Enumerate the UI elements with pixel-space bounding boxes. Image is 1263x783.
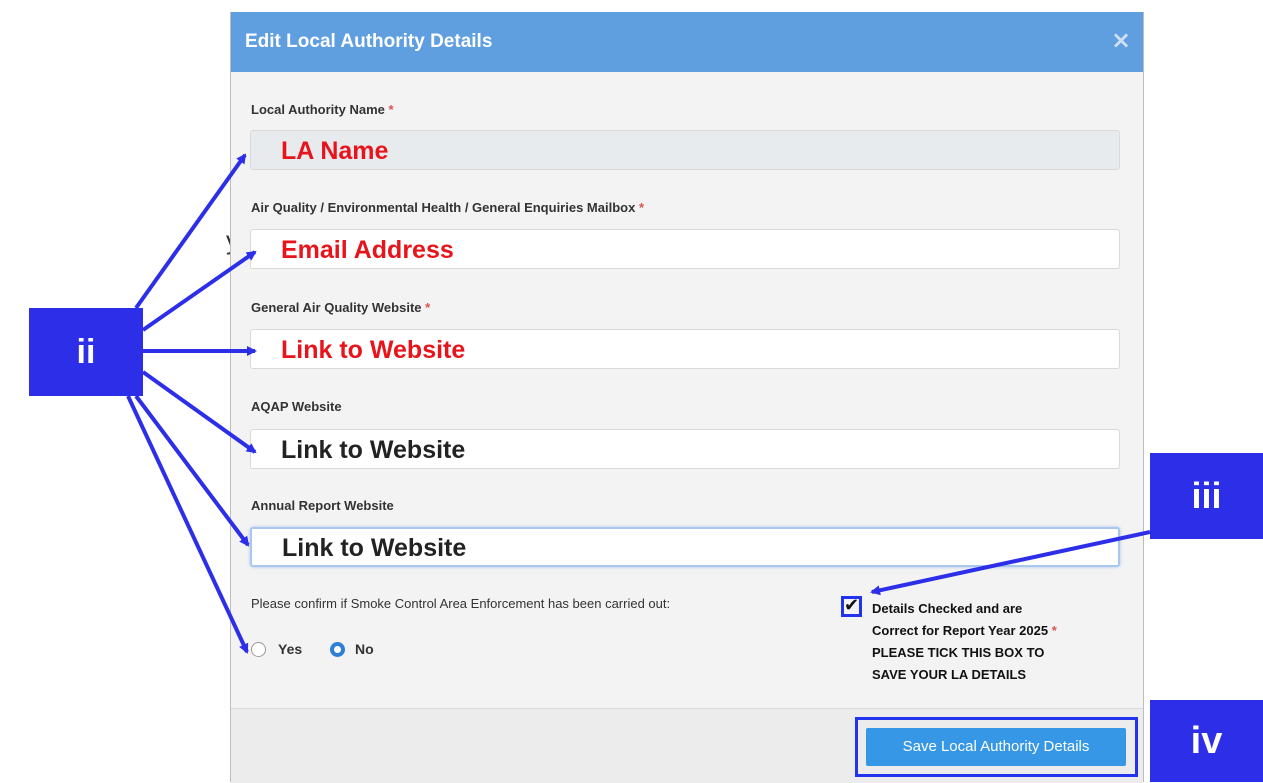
- field-label-general-website: General Air Quality Website *: [251, 300, 430, 315]
- mailbox-value: Email Address: [281, 236, 454, 264]
- general-website-input[interactable]: Link to Website: [250, 329, 1120, 369]
- modal-title: Edit Local Authority Details: [245, 31, 493, 52]
- modal-header: Edit Local Authority Details ×: [231, 12, 1143, 72]
- confirm-line-2-text: Correct for Report Year 2025: [872, 623, 1049, 638]
- confirm-details-checkbox[interactable]: [841, 596, 862, 617]
- required-marker: *: [638, 200, 644, 215]
- save-local-authority-button[interactable]: Save Local Authority Details: [866, 728, 1126, 766]
- radio-yes-label[interactable]: Yes: [278, 641, 302, 657]
- annual-report-website-value: Link to Website: [282, 534, 467, 562]
- field-label-la-name: Local Authority Name *: [251, 102, 394, 117]
- radio-no-label[interactable]: No: [355, 641, 374, 657]
- field-label-text: AQAP Website: [251, 399, 342, 414]
- la-name-input[interactable]: LA Name: [250, 130, 1120, 170]
- smoke-control-question: Please confirm if Smoke Control Area Enf…: [251, 596, 671, 611]
- close-icon[interactable]: ×: [1111, 26, 1131, 54]
- edit-local-authority-modal: Edit Local Authority Details × Local Aut…: [230, 12, 1144, 783]
- confirm-details-label: Details Checked and are Correct for Repo…: [872, 598, 1122, 686]
- confirm-line-4: SAVE YOUR LA DETAILS: [872, 667, 1027, 682]
- required-marker: *: [388, 102, 394, 117]
- required-marker: *: [425, 300, 431, 315]
- field-label-annual-report-website: Annual Report Website: [251, 498, 394, 513]
- aqap-website-value: Link to Website: [281, 436, 466, 464]
- confirm-line-3: PLEASE TICK THIS BOX TO: [872, 645, 1045, 660]
- aqap-website-input[interactable]: Link to Website: [250, 429, 1120, 469]
- field-label-mailbox: Air Quality / Environmental Health / Gen…: [251, 200, 644, 215]
- confirm-line-1: Details Checked and are: [872, 601, 1023, 616]
- callout-ii: ii: [29, 308, 143, 396]
- radio-yes[interactable]: [251, 642, 266, 657]
- mailbox-input[interactable]: Email Address: [250, 229, 1120, 269]
- radio-no[interactable]: [330, 642, 345, 657]
- general-website-value: Link to Website: [281, 336, 466, 364]
- callout-iv: iv: [1150, 700, 1263, 782]
- annual-report-website-input[interactable]: Link to Website: [250, 527, 1120, 567]
- confirm-line-2: Correct for Report Year 2025 *: [872, 620, 1122, 642]
- field-label-text: Annual Report Website: [251, 498, 394, 513]
- field-label-text: Local Authority Name: [251, 102, 385, 117]
- callout-iii: iii: [1150, 453, 1263, 539]
- field-label-text: General Air Quality Website: [251, 300, 422, 315]
- field-label-aqap-website: AQAP Website: [251, 399, 342, 414]
- required-marker: *: [1051, 623, 1057, 638]
- la-name-value: LA Name: [281, 137, 389, 165]
- field-label-text: Air Quality / Environmental Health / Gen…: [251, 200, 636, 215]
